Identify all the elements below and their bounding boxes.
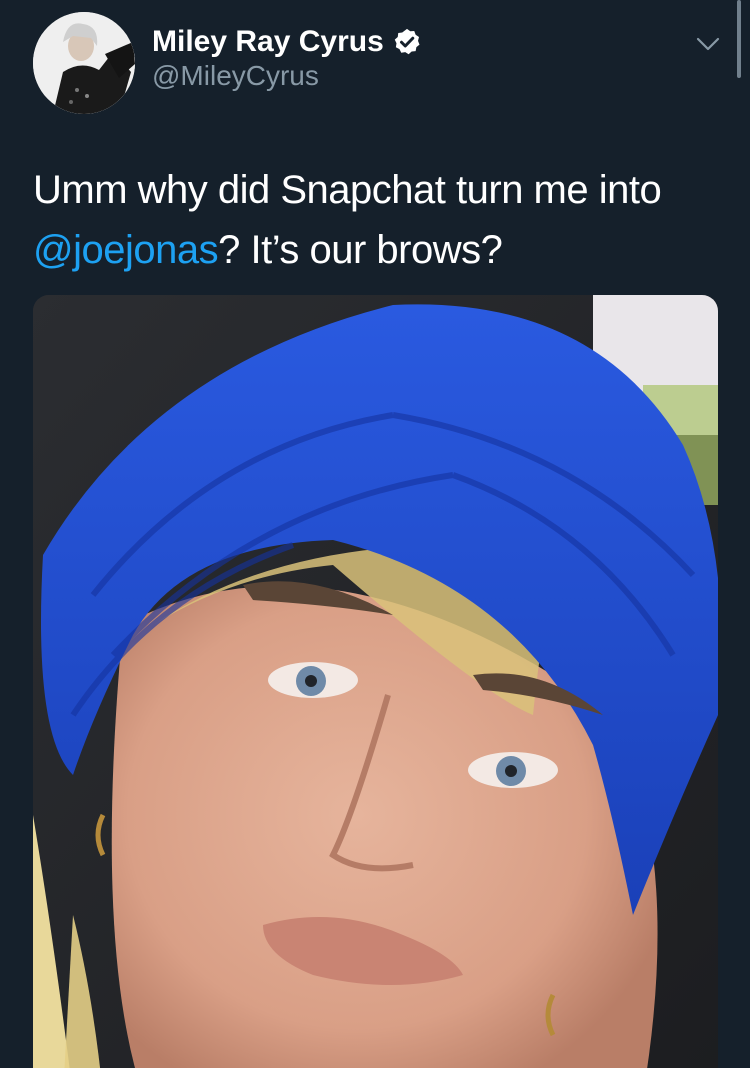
author-handle[interactable]: @MileyCyrus [152, 60, 319, 92]
avatar-image [33, 12, 135, 114]
author-name-row[interactable]: Miley Ray Cyrus [152, 22, 422, 62]
tweet: Miley Ray Cyrus @MileyCyrus Umm why did … [0, 0, 750, 1068]
chevron-down-icon[interactable] [694, 30, 722, 58]
mention-link[interactable]: @joejonas [33, 228, 219, 272]
tweet-text: Umm why did Snapchat turn me into @joejo… [33, 160, 723, 280]
tweet-text-rest: ? It’s our brows? [218, 228, 503, 272]
author-display-name[interactable]: Miley Ray Cyrus [152, 25, 384, 59]
photo-image [33, 295, 718, 1068]
tweet-media-photo[interactable] [33, 295, 718, 1068]
avatar[interactable] [33, 12, 135, 114]
tweet-text-line1: Umm why did Snapchat turn me into [33, 168, 662, 212]
verified-badge-icon [394, 28, 420, 55]
